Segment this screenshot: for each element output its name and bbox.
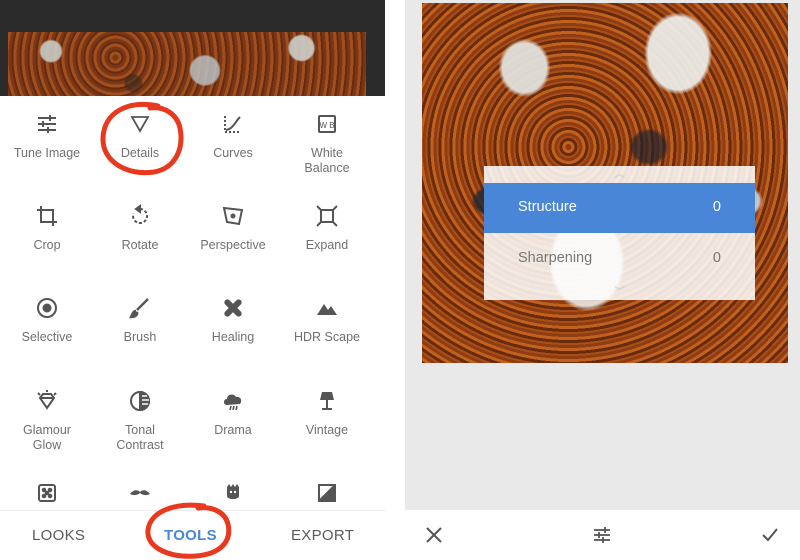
tool-curves[interactable]: Curves (186, 110, 280, 161)
tool-label: Expand (305, 238, 349, 252)
brush-icon (126, 294, 154, 322)
tool-drama[interactable]: Drama (186, 387, 280, 438)
tool-label: Curves (213, 146, 253, 160)
expand-icon (313, 202, 341, 230)
tools-screen: Tune Image Details Curves W B White Bala… (0, 0, 385, 560)
tool-healing[interactable]: Healing (186, 294, 280, 345)
tonal-contrast-icon (126, 387, 154, 415)
tool-label: Vintage (305, 423, 349, 437)
frame-icon (313, 479, 341, 507)
tool-perspective[interactable]: Perspective (186, 202, 280, 253)
photo-thumbnail (8, 32, 366, 96)
adjustment-value: 0 (712, 250, 721, 266)
tool-vintage[interactable]: Vintage (280, 387, 374, 438)
crop-icon (33, 202, 61, 230)
nav-looks[interactable]: LOOKS (32, 527, 85, 544)
nav-tools[interactable]: TOOLS (164, 527, 217, 544)
tool-label: Tune Image (13, 146, 81, 160)
tool-crop[interactable]: Crop (0, 202, 94, 253)
adjustment-sharpening[interactable]: Sharpening 0 (484, 234, 755, 284)
tool-label: Healing (211, 330, 255, 344)
tool-tune-image[interactable]: Tune Image (0, 110, 94, 161)
tool-selective[interactable]: Selective (0, 294, 94, 345)
sliders-icon (33, 110, 61, 138)
tool-label: White Balance (304, 146, 350, 175)
lamp-icon (313, 387, 341, 415)
adjustment-name: Sharpening (518, 250, 593, 266)
adjustment-value: 0 (712, 199, 721, 215)
tool-face[interactable] (186, 479, 280, 507)
tool-label: Selective (21, 330, 73, 344)
mountains-icon (313, 294, 341, 322)
mustache-icon (126, 479, 154, 507)
face-icon (219, 479, 247, 507)
details-screen: ︿ Structure 0 Sharpening 0 ﹀ (405, 0, 800, 560)
dice-icon (33, 479, 61, 507)
tool-label: Perspective (200, 238, 266, 252)
tool-details[interactable]: Details (93, 110, 187, 161)
photo-preview (0, 0, 385, 96)
tool-hdr-scape[interactable]: HDR Scape (280, 294, 374, 345)
tool-glamour-glow[interactable]: Glamour Glow (0, 387, 94, 453)
svg-text:W B: W B (319, 121, 334, 130)
editor-toolbar (405, 510, 800, 560)
triangle-icon (126, 110, 154, 138)
sliders-icon[interactable] (590, 523, 614, 547)
perspective-icon (219, 202, 247, 230)
bottom-navigation: LOOKS TOOLS EXPORT (0, 510, 385, 560)
close-icon[interactable] (422, 523, 446, 547)
tool-brush[interactable]: Brush (93, 294, 187, 345)
rotate-icon (126, 202, 154, 230)
tool-frame[interactable] (280, 479, 374, 507)
white-balance-icon: W B (313, 110, 341, 138)
chevron-up-icon: ︿ (614, 168, 625, 180)
adjustment-menu[interactable]: ︿ Structure 0 Sharpening 0 ﹀ (484, 166, 755, 300)
tool-expand[interactable]: Expand (280, 202, 374, 253)
tool-white-balance[interactable]: W B White Balance (280, 110, 374, 176)
tool-label: HDR Scape (294, 330, 360, 344)
tool-label: Glamour Glow (23, 423, 71, 452)
cloud-icon (219, 387, 247, 415)
tool-grunge[interactable] (0, 479, 94, 507)
tool-rotate[interactable]: Rotate (93, 202, 187, 253)
tool-label: Rotate (121, 238, 159, 252)
adjustment-structure[interactable]: Structure 0 (484, 183, 755, 233)
chevron-down-icon: ﹀ (614, 286, 625, 298)
tool-label: Tonal Contrast (116, 423, 164, 452)
tool-mustache[interactable] (93, 479, 187, 507)
healing-icon (219, 294, 247, 322)
tool-label: Details (120, 146, 160, 160)
diamond-icon (33, 387, 61, 415)
nav-export[interactable]: EXPORT (291, 527, 354, 544)
selective-icon (33, 294, 61, 322)
tool-label: Crop (33, 238, 61, 252)
tool-label: Drama (214, 423, 252, 437)
curves-icon (219, 110, 247, 138)
adjustment-name: Structure (518, 199, 577, 215)
tool-grid: Tune Image Details Curves W B White Bala… (0, 96, 385, 510)
tool-label: Brush (123, 330, 157, 344)
tool-tonal-contrast[interactable]: Tonal Contrast (93, 387, 187, 453)
check-icon[interactable] (758, 523, 782, 547)
